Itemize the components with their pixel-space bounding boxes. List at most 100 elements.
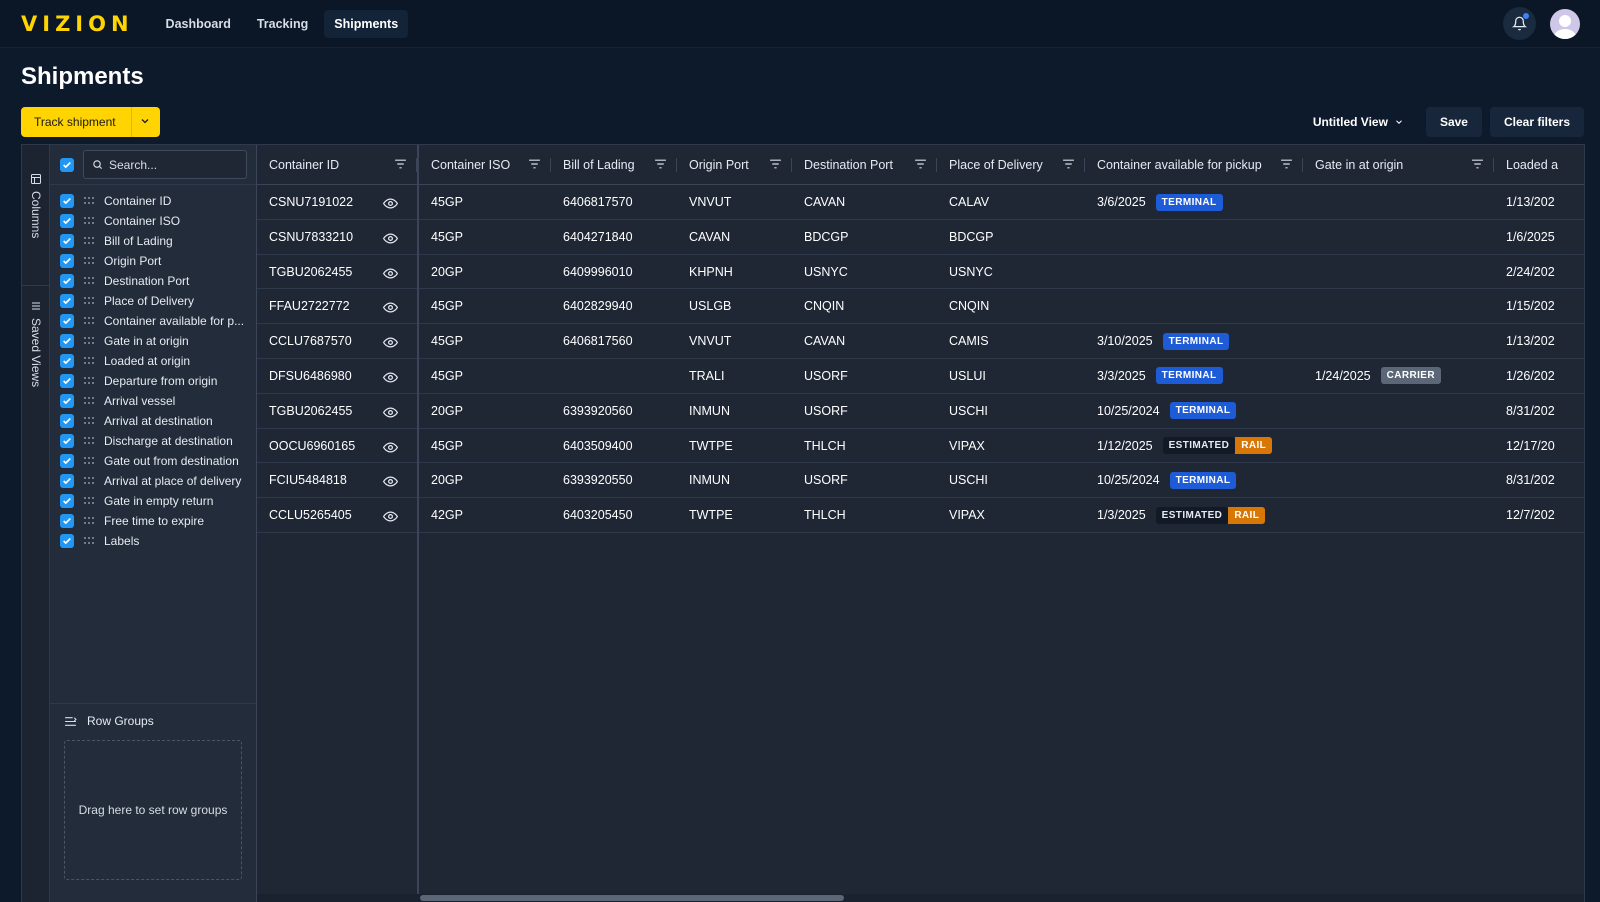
filter-icon[interactable] [1471, 158, 1484, 170]
column-toggle-item[interactable]: Place of Delivery [50, 291, 256, 311]
filter-icon[interactable] [394, 158, 407, 170]
view-details-button[interactable] [382, 475, 399, 490]
grip-icon[interactable] [83, 436, 95, 446]
grip-icon[interactable] [83, 256, 95, 266]
column-checkbox[interactable] [60, 214, 74, 228]
column-checkbox[interactable] [60, 414, 74, 428]
column-toggle-item[interactable]: Gate out from destination [50, 451, 256, 471]
grip-icon[interactable] [83, 456, 95, 466]
filter-icon[interactable] [1062, 158, 1075, 170]
tab-saved-views[interactable]: Saved Views [22, 285, 50, 387]
grip-icon[interactable] [83, 476, 95, 486]
column-header-container-id[interactable]: Container ID [257, 145, 417, 185]
view-details-button[interactable] [382, 510, 399, 525]
select-all-checkbox[interactable] [60, 157, 74, 172]
grip-icon[interactable] [83, 196, 95, 206]
column-toggle-item[interactable]: Gate in at origin [50, 331, 256, 351]
grip-icon[interactable] [83, 216, 95, 226]
column-header-destination-port[interactable]: Destination Port [792, 145, 937, 185]
table-row[interactable]: CSNU7833210 45GP 6404271840 CAVAN BDCGP BDCGP… [257, 220, 1584, 255]
column-toggle-item[interactable]: Container ID [50, 191, 256, 211]
filter-icon[interactable] [528, 158, 541, 170]
column-checkbox[interactable] [60, 254, 74, 268]
column-toggle-item[interactable]: Container available for p... [50, 311, 256, 331]
grip-icon[interactable] [83, 496, 95, 506]
column-checkbox[interactable] [60, 314, 74, 328]
column-checkbox[interactable] [60, 434, 74, 448]
view-details-button[interactable] [382, 371, 399, 386]
filter-icon[interactable] [1280, 158, 1293, 170]
save-button[interactable]: Save [1425, 107, 1482, 137]
grip-icon[interactable] [83, 356, 95, 366]
view-details-button[interactable] [382, 267, 399, 282]
user-avatar[interactable] [1550, 8, 1580, 39]
column-toggle-item[interactable]: Departure from origin [50, 371, 256, 391]
column-toggle-item[interactable]: Gate in empty return [50, 491, 256, 511]
column-toggle-item[interactable]: Free time to expire [50, 511, 256, 531]
column-toggle-item[interactable]: Loaded at origin [50, 351, 256, 371]
horizontal-scrollbar[interactable] [257, 894, 1584, 902]
column-toggle-item[interactable]: Discharge at destination [50, 431, 256, 451]
table-row[interactable]: TGBU2062455 20GP 6409996010 KHPNH USNYC USNYC… [257, 255, 1584, 290]
clear-filters-button[interactable]: Clear filters [1489, 107, 1584, 137]
column-checkbox[interactable] [60, 534, 74, 548]
column-checkbox[interactable] [60, 394, 74, 408]
view-details-button[interactable] [382, 232, 399, 247]
grip-icon[interactable] [83, 536, 95, 546]
tab-columns[interactable]: Columns [22, 173, 50, 238]
table-row[interactable]: FCIU5484818 20GP 6393920550 INMUN USORF USCHI… [257, 463, 1584, 499]
grip-icon[interactable] [83, 316, 95, 326]
nav-dashboard[interactable]: Dashboard [156, 10, 241, 38]
column-checkbox[interactable] [60, 494, 74, 508]
column-toggle-item[interactable]: Arrival vessel [50, 391, 256, 411]
column-header-loaded-at-origin[interactable]: Loaded a [1494, 145, 1584, 185]
pinned-column-divider[interactable] [417, 145, 419, 902]
column-checkbox[interactable] [60, 474, 74, 488]
column-checkbox[interactable] [60, 514, 74, 528]
column-header-available-for-pickup[interactable]: Container available for pickup [1085, 145, 1303, 185]
filter-icon[interactable] [654, 158, 667, 170]
grip-icon[interactable] [83, 276, 95, 286]
vizion-logo[interactable]: VIZION [21, 12, 134, 36]
column-toggle-item[interactable]: Labels [50, 531, 256, 551]
grip-icon[interactable] [83, 376, 95, 386]
column-search-input[interactable]: Search... [83, 150, 247, 179]
column-checkbox[interactable] [60, 234, 74, 248]
scrollbar-thumb[interactable] [420, 895, 844, 901]
column-header-place-of-delivery[interactable]: Place of Delivery [937, 145, 1085, 185]
column-checkbox[interactable] [60, 374, 74, 388]
grip-icon[interactable] [83, 416, 95, 426]
column-header-gate-in-origin[interactable]: Gate in at origin [1303, 145, 1494, 185]
grip-icon[interactable] [83, 396, 95, 406]
column-toggle-item[interactable]: Container ISO [50, 211, 256, 231]
grip-icon[interactable] [83, 296, 95, 306]
column-checkbox[interactable] [60, 334, 74, 348]
filter-icon[interactable] [914, 158, 927, 170]
column-checkbox[interactable] [60, 194, 74, 208]
column-header-container-iso[interactable]: Container ISO [419, 145, 551, 185]
filter-icon[interactable] [769, 158, 782, 170]
table-row[interactable]: DFSU6486980 45GP TRALI USORF USLUI 3/3/2025 TE… [257, 359, 1584, 394]
view-details-button[interactable] [382, 197, 399, 212]
column-header-origin-port[interactable]: Origin Port [677, 145, 792, 185]
table-row[interactable]: TGBU2062455 20GP 6393920560 INMUN USORF USCHI… [257, 394, 1584, 429]
grip-icon[interactable] [83, 236, 95, 246]
column-checkbox[interactable] [60, 274, 74, 288]
column-checkbox[interactable] [60, 454, 74, 468]
column-header-bill-of-lading[interactable]: Bill of Lading [551, 145, 677, 185]
view-selector[interactable]: Untitled View [1299, 115, 1418, 129]
view-details-button[interactable] [382, 406, 399, 421]
column-toggle-item[interactable]: Destination Port [50, 271, 256, 291]
column-toggle-item[interactable]: Arrival at destination [50, 411, 256, 431]
table-row[interactable]: CCLU5265405 42GP 6403205450 TWTPE THLCH VIPAX… [257, 498, 1584, 533]
grip-icon[interactable] [83, 516, 95, 526]
table-row[interactable]: CCLU7687570 45GP 6406817560 VNVUT CAVAN CAMIS… [257, 324, 1584, 359]
table-row[interactable]: OOCU6960165 45GP 6403509400 TWTPE THLCH VIPAX… [257, 429, 1584, 464]
view-details-button[interactable] [382, 441, 399, 456]
column-checkbox[interactable] [60, 294, 74, 308]
table-row[interactable]: FFAU2722772 45GP 6402829940 USLGB CNQIN CNQIN… [257, 289, 1584, 325]
column-toggle-item[interactable]: Arrival at place of delivery [50, 471, 256, 491]
grip-icon[interactable] [83, 336, 95, 346]
table-row[interactable]: CSNU7191022 45GP 6406817570 VNVUT CAVAN CALAV… [257, 185, 1584, 220]
column-checkbox[interactable] [60, 354, 74, 368]
